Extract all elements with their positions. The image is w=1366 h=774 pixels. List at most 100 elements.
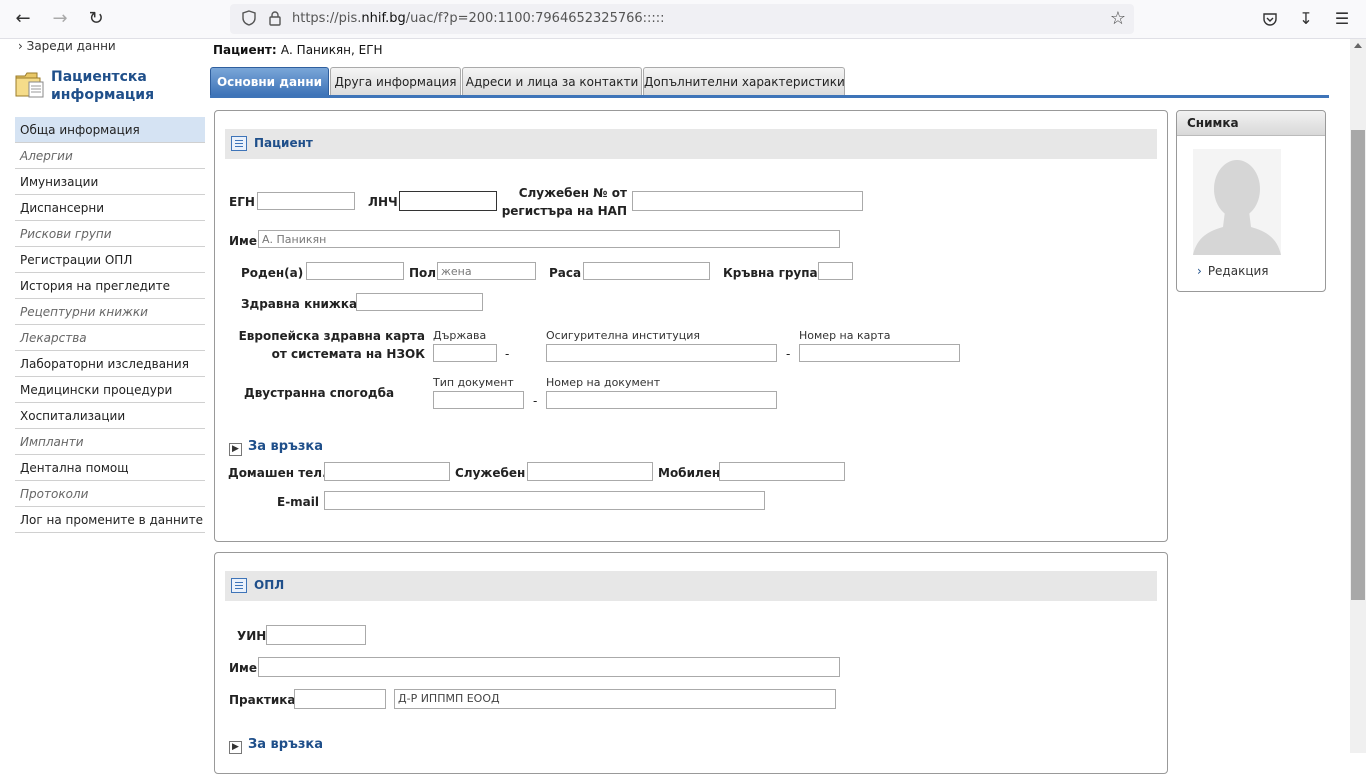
home-tel-label: Домашен тел.	[228, 466, 327, 480]
sidebar-item-procedures[interactable]: Медицински процедури	[15, 377, 205, 403]
folder-icon	[15, 72, 44, 98]
dash-1: -	[505, 347, 510, 361]
country-label: Държава	[433, 329, 487, 342]
patient-section-title: Пациент	[254, 136, 313, 150]
contact-toggle[interactable]: ▶ За връзка	[229, 439, 323, 456]
practice-code-field[interactable]	[294, 689, 386, 709]
gp-panel: ОПЛ УИН Име Практика Д-Р ИППМП ЕООД ▶ За …	[214, 552, 1168, 774]
insurer-label: Осигурителна институция	[546, 329, 701, 342]
doc-number-field[interactable]	[546, 391, 777, 409]
work-tel-field[interactable]	[527, 462, 653, 481]
lnch-label: ЛНЧ	[368, 195, 398, 209]
patient-header: Пациент: А. Паникян, ЕГН	[213, 43, 383, 57]
race-label: Раса	[549, 266, 582, 280]
sidebar-item-protocols[interactable]: Протоколи	[15, 481, 205, 507]
sex-label: Пол	[409, 266, 437, 280]
mobile-label: Мобилен	[658, 466, 721, 480]
person-silhouette-icon	[1193, 160, 1281, 255]
scroll-up-arrow-icon[interactable]	[1354, 43, 1362, 48]
gp-section-title: ОПЛ	[254, 578, 285, 592]
nap-number-field[interactable]	[632, 191, 863, 211]
menu-icon[interactable]: ☰	[1330, 7, 1354, 31]
lnch-field[interactable]	[399, 191, 497, 211]
born-field[interactable]	[306, 262, 404, 280]
page-scrollbar[interactable]	[1350, 39, 1366, 753]
download-icon[interactable]: ↧	[1294, 7, 1318, 31]
email-field[interactable]	[324, 491, 765, 510]
doc-type-field[interactable]	[433, 391, 524, 409]
sidebar-item-dispensary[interactable]: Диспансерни	[15, 195, 205, 221]
nap-label-2: регистъра на НАП	[501, 204, 627, 218]
born-label: Роден(а)	[241, 266, 304, 280]
sex-field[interactable]: жена	[437, 262, 536, 280]
url-text[interactable]: https://pis.nhif.bg/uac/f?p=200:1100:796…	[292, 11, 665, 26]
country-field[interactable]	[433, 344, 497, 362]
insurer-field[interactable]	[546, 344, 777, 362]
scroll-thumb[interactable]	[1351, 130, 1365, 600]
sidebar-item-gp-registrations[interactable]: Регистрации ОПЛ	[15, 247, 205, 273]
sidebar-item-lab-tests[interactable]: Лабораторни изследвания	[15, 351, 205, 377]
blood-group-label: Кръвна група	[723, 266, 818, 280]
tab-other-info[interactable]: Друга информация	[330, 67, 461, 95]
gp-name-label: Име	[229, 661, 257, 675]
blood-group-field[interactable]	[818, 262, 853, 280]
doc-type-label: Тип документ	[433, 376, 514, 389]
uin-field[interactable]	[266, 625, 366, 645]
back-icon[interactable]: ←	[11, 7, 35, 31]
tab-addresses-contacts[interactable]: Адреси и лица за контакти	[462, 67, 642, 95]
card-number-field[interactable]	[799, 344, 960, 362]
browser-toolbar: ← → ↻ https://pis.nhif.bg/uac/f?p=200:11…	[0, 0, 1366, 39]
tab-additional-characteristics[interactable]: Допълнителни характеристики	[643, 67, 845, 95]
name-field[interactable]: А. Паникян	[258, 230, 840, 248]
gp-contact-toggle[interactable]: ▶ За връзка	[229, 737, 323, 754]
nav-title-line2: информация	[51, 87, 155, 103]
mobile-field[interactable]	[719, 462, 845, 481]
sidebar-item-allergies[interactable]: Алергии	[15, 143, 205, 169]
lock-icon[interactable]	[268, 10, 282, 26]
expand-arrow-icon: ▶	[229, 741, 242, 754]
sidebar-item-medications[interactable]: Лекарства	[15, 325, 205, 351]
sidebar-menu: Обща информация Алергии Имунизации Диспа…	[15, 117, 205, 533]
reload-icon[interactable]: ↻	[84, 7, 108, 31]
egn-label: ЕГН	[229, 195, 255, 209]
gp-name-field[interactable]	[258, 657, 840, 677]
practice-name-field[interactable]: Д-Р ИППМП ЕООД	[394, 689, 836, 709]
patient-panel: Пациент ЕГН ЛНЧ Служебен № от регистъра …	[214, 110, 1168, 542]
name-label: Име	[229, 234, 257, 248]
card-number-label: Номер на карта	[799, 329, 891, 342]
health-book-field[interactable]	[356, 293, 483, 311]
photo-panel: Снимка › Редакция	[1176, 110, 1326, 292]
sidebar-item-prescription-books[interactable]: Рецептурни книжки	[15, 299, 205, 325]
bookmark-star-icon[interactable]: ☆	[1110, 8, 1126, 29]
work-tel-label: Служебен	[455, 466, 526, 480]
home-tel-field[interactable]	[324, 462, 450, 481]
race-field[interactable]	[583, 262, 710, 280]
nap-label-1: Служебен № от	[518, 186, 627, 200]
sidebar-item-change-log[interactable]: Лог на промените в данните	[15, 507, 205, 533]
dash-3: -	[533, 394, 538, 408]
health-book-label: Здравна книжка	[241, 297, 358, 311]
sidebar-item-immunizations[interactable]: Имунизации	[15, 169, 205, 195]
chevron-right-icon: ›	[1197, 264, 1202, 278]
dash-2: -	[786, 347, 791, 361]
address-bar[interactable]: https://pis.nhif.bg/uac/f?p=200:1100:796…	[230, 4, 1134, 34]
sidebar-item-hospitalizations[interactable]: Хоспитализации	[15, 403, 205, 429]
sidebar-item-implants[interactable]: Импланти	[15, 429, 205, 455]
photo-title: Снимка	[1187, 116, 1239, 130]
uin-label: УИН	[237, 629, 267, 643]
tab-basic-data[interactable]: Основни данни	[210, 67, 329, 95]
photo-edit-link[interactable]: › Редакция	[1197, 264, 1269, 278]
doc-number-label: Номер на документ	[546, 376, 661, 389]
shield-icon[interactable]	[242, 10, 256, 26]
ehic-label-2: от системата на НЗОК	[271, 347, 425, 361]
pocket-icon[interactable]	[1258, 7, 1282, 31]
forward-icon[interactable]: →	[48, 7, 72, 31]
sidebar-item-risk-groups[interactable]: Рискови групи	[15, 221, 205, 247]
bilateral-label: Двустранна спогодба	[244, 386, 395, 400]
sidebar-item-general-info[interactable]: Обща информация	[15, 117, 205, 143]
egn-field[interactable]	[257, 192, 355, 210]
sidebar-item-dental[interactable]: Дентална помощ	[15, 455, 205, 481]
reload-data-link[interactable]: › Зареди данни	[18, 39, 116, 53]
expand-arrow-icon: ▶	[229, 443, 242, 456]
sidebar-item-exam-history[interactable]: История на прегледите	[15, 273, 205, 299]
